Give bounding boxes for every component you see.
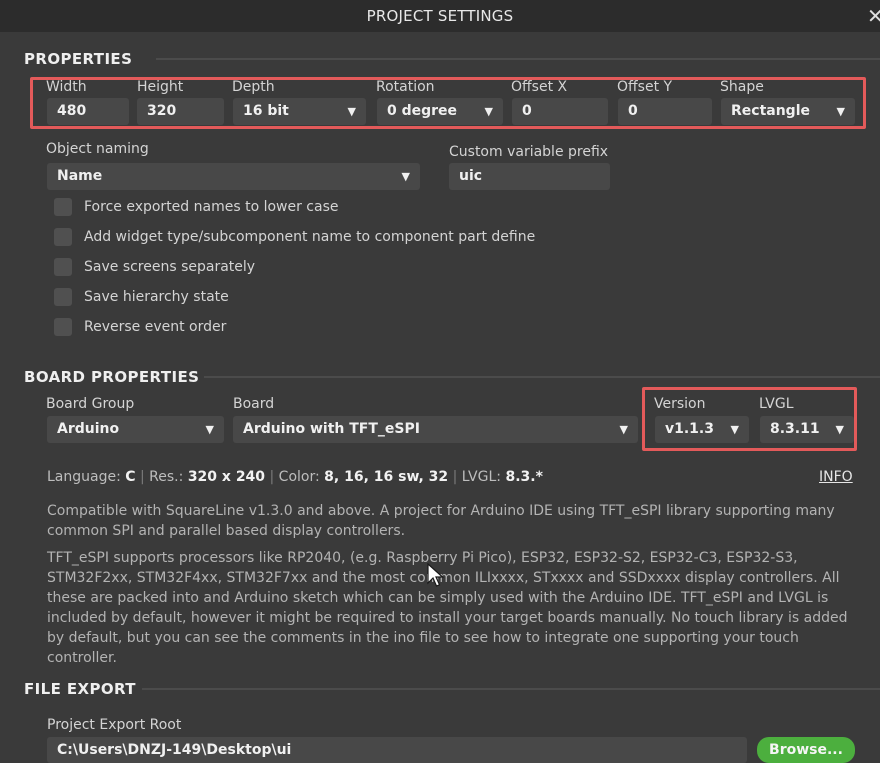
chevron-down-icon: ▼	[836, 105, 845, 118]
lvgl-label: LVGL	[759, 396, 794, 412]
object-naming-dropdown[interactable]: Name ▼	[47, 163, 420, 190]
custom-prefix-input[interactable]: uic	[449, 163, 610, 190]
offset-y-input[interactable]: 0	[618, 98, 712, 125]
board-group-value: Arduino	[57, 421, 120, 437]
board-group-dropdown[interactable]: Arduino ▼	[47, 416, 224, 443]
shape-dropdown[interactable]: Rectangle ▼	[721, 98, 855, 125]
shape-value: Rectangle	[731, 103, 810, 119]
offset-x-input[interactable]: 0	[512, 98, 608, 125]
separator: |	[140, 469, 145, 485]
chevron-down-icon: ▼	[835, 423, 844, 436]
file-export-section-title: FILE EXPORT	[24, 680, 136, 698]
separator: |	[269, 469, 275, 485]
chevron-down-icon: ▼	[619, 423, 628, 436]
window-title: PROJECT SETTINGS	[366, 7, 514, 25]
checkbox-label: Save hierarchy state	[84, 289, 229, 305]
rotation-value: 0 degree	[387, 103, 458, 119]
res-value: 320 x 240	[187, 469, 266, 485]
chevron-down-icon: ▼	[205, 423, 214, 436]
checkbox-label: Reverse event order	[84, 319, 227, 335]
lvgl-info-label: LVGL:	[461, 469, 502, 485]
board-value: Arduino with TFT_eSPI	[243, 421, 420, 437]
lvgl-value: 8.3.11	[770, 421, 820, 437]
height-input[interactable]: 320	[137, 98, 224, 125]
chevron-down-icon: ▼	[730, 423, 739, 436]
object-naming-value: Name	[57, 168, 103, 184]
offset-y-label: Offset Y	[617, 79, 673, 95]
rotation-dropdown[interactable]: 0 degree ▼	[377, 98, 503, 125]
chevron-down-icon: ▼	[484, 105, 493, 118]
language-label: Language:	[47, 469, 121, 485]
properties-section-title: PROPERTIES	[24, 50, 133, 68]
res-label: Res.:	[149, 469, 184, 485]
custom-prefix-label: Custom variable prefix	[449, 144, 609, 160]
board-group-label: Board Group	[46, 396, 135, 412]
offset-x-label: Offset X	[511, 79, 568, 95]
browse-button[interactable]: Browse...	[757, 737, 855, 763]
board-dropdown[interactable]: Arduino with TFT_eSPI ▼	[233, 416, 638, 443]
chevron-down-icon: ▼	[401, 170, 410, 183]
width-label: Width	[46, 79, 87, 95]
section-divider	[142, 688, 880, 690]
export-root-input[interactable]: C:\Users\DNZJ-149\Desktop\ui	[47, 737, 747, 763]
chevron-down-icon: ▼	[347, 105, 356, 118]
window-titlebar: PROJECT SETTINGS ✕	[0, 0, 880, 32]
depth-label: Depth	[232, 79, 275, 95]
close-icon[interactable]: ✕	[867, 0, 880, 32]
lvgl-dropdown[interactable]: 8.3.11 ▼	[760, 416, 854, 443]
checkbox[interactable]	[54, 198, 72, 216]
depth-value: 16 bit	[243, 103, 289, 119]
checkbox[interactable]	[54, 288, 72, 306]
settings-panel: PROPERTIES Width 480 Height 320 Depth 16…	[0, 32, 880, 763]
checkbox[interactable]	[54, 228, 72, 246]
section-divider	[156, 58, 880, 60]
checkbox[interactable]	[54, 258, 72, 276]
board-label: Board	[233, 396, 275, 412]
shape-label: Shape	[720, 79, 764, 95]
rotation-label: Rotation	[376, 79, 435, 95]
board-description: Compatible with SquareLine v1.3.0 and ab…	[47, 503, 835, 539]
version-dropdown[interactable]: v1.1.3 ▼	[655, 416, 749, 443]
separator: |	[452, 469, 458, 485]
checkbox-label: Save screens separately	[84, 259, 256, 275]
board-info-line: Language: C | Res.: 320 x 240 | Color: 8…	[47, 469, 543, 485]
section-divider	[204, 376, 880, 378]
color-label: Color:	[278, 469, 320, 485]
checkbox-label: Force exported names to lower case	[84, 199, 339, 215]
board-section-title: BOARD PROPERTIES	[24, 368, 200, 386]
checkbox-label: Add widget type/subcomponent name to com…	[84, 229, 536, 245]
depth-dropdown[interactable]: 16 bit ▼	[233, 98, 366, 125]
color-value: 8, 16, 16 sw, 32	[324, 469, 449, 485]
version-label: Version	[654, 396, 706, 412]
language-value: C	[125, 469, 136, 485]
object-naming-label: Object naming	[46, 141, 149, 157]
width-input[interactable]: 480	[47, 98, 129, 125]
version-value: v1.1.3	[665, 421, 714, 437]
board-description-details: TFT_eSPI supports processors like RP2040…	[47, 550, 848, 666]
height-label: Height	[137, 79, 184, 95]
checkbox[interactable]	[54, 318, 72, 336]
export-root-label: Project Export Root	[47, 717, 182, 733]
info-link[interactable]: INFO	[819, 469, 853, 485]
mouse-pointer-icon	[427, 563, 445, 587]
lvgl-info-value: 8.3.*	[505, 469, 543, 485]
